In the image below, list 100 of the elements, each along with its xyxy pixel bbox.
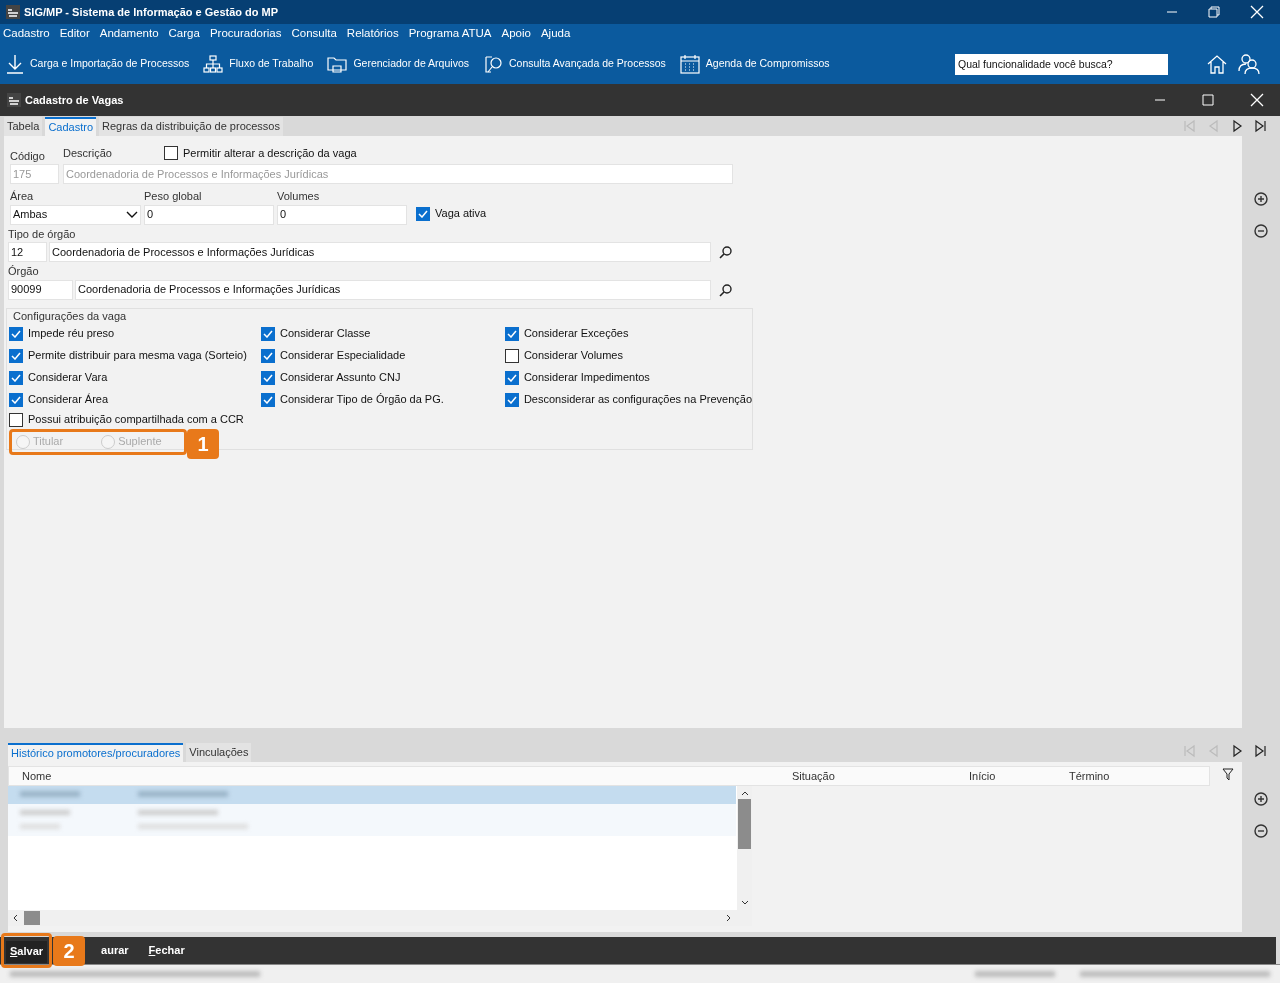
users-icon[interactable] (1238, 53, 1260, 75)
menu-item[interactable]: Relatórios (346, 25, 399, 43)
redacted-text (20, 791, 80, 797)
dropdown[interactable]: Ambas (10, 204, 141, 225)
maximize-icon[interactable] (1202, 94, 1214, 106)
checkbox-label: Considerar Classe (279, 326, 371, 342)
tab[interactable]: Vinculações (186, 743, 252, 762)
last-record-icon[interactable] (1254, 119, 1268, 133)
toolbar-button[interactable]: Carga e Importação de Processos (30, 56, 190, 72)
toolbar-button[interactable]: Fluxo de Trabalho (229, 56, 314, 72)
remove-icon[interactable] (1254, 824, 1268, 838)
field-label: Volumes (277, 189, 321, 204)
scroll-thumb[interactable] (738, 799, 751, 849)
menu-item[interactable]: Programa ATUA (408, 25, 492, 43)
input-field[interactable]: 0 (277, 204, 407, 225)
close-icon[interactable] (1250, 93, 1264, 107)
action-button[interactable]: aurar (97, 939, 133, 962)
menu-item[interactable]: Consulta (291, 25, 337, 43)
checkbox[interactable] (260, 348, 275, 363)
menu-item[interactable]: Editor (59, 25, 90, 43)
toolbar-button[interactable]: Gerenciador de Arquivos (353, 56, 469, 72)
callout-badge: 1 (187, 428, 219, 459)
checkbox-label: Considerar Impedimentos (523, 370, 650, 386)
checkbox-label: Considerar Exceções (523, 326, 629, 342)
filter-icon[interactable] (1222, 768, 1234, 782)
radio-label: Titular (33, 434, 64, 450)
menu-item[interactable]: Carga (168, 25, 200, 43)
menu-item[interactable]: Procuradorias (209, 25, 282, 43)
column-header: Término (1069, 768, 1110, 784)
document-search-icon (483, 54, 503, 74)
callout-badge: 2 (53, 935, 86, 966)
add-icon[interactable] (1254, 792, 1268, 806)
scroll-right-icon[interactable] (726, 914, 732, 922)
tab[interactable]: Cadastro (45, 117, 97, 136)
input-field[interactable]: 90099 (8, 279, 73, 300)
chevron-down-icon (126, 210, 138, 219)
menu-item[interactable]: Apoio (501, 25, 531, 43)
checkbox[interactable] (504, 392, 519, 407)
action-button[interactable]: Salvar (6, 940, 48, 963)
toolbar-button[interactable]: Consulta Avançada de Processos (509, 56, 666, 72)
redacted-text (20, 810, 70, 815)
remove-icon[interactable] (1254, 224, 1268, 238)
checkbox[interactable] (504, 326, 519, 341)
tab[interactable]: Tabela (4, 117, 43, 136)
last-record-icon[interactable] (1254, 744, 1268, 758)
checkbox-label: Permitir alterar a descrição da vaga (183, 145, 357, 161)
field-label: Tipo de órgão (8, 226, 77, 242)
checkbox[interactable] (9, 370, 23, 385)
scroll-thumb[interactable] (24, 911, 40, 925)
checkbox[interactable] (416, 206, 430, 221)
app-logo-icon (6, 5, 20, 19)
checkbox[interactable] (260, 392, 275, 407)
checkbox[interactable] (9, 326, 23, 341)
input-field[interactable]: Coordenadoria de Processos e Informações Jurídicas (49, 242, 711, 262)
search-icon[interactable] (719, 245, 733, 259)
field-label: Órgão (8, 264, 40, 279)
field-label: Descrição (63, 145, 113, 161)
input-field[interactable]: 12 (8, 242, 47, 262)
tab[interactable]: Histórico promotores/procuradores (8, 743, 184, 762)
field-label: Área (10, 189, 35, 204)
checkbox[interactable] (504, 370, 519, 385)
window-title: SIG/MP - Sistema de Informação e Gestão do MP (24, 4, 279, 20)
checkbox[interactable] (260, 370, 275, 385)
column-header: Situação (792, 768, 836, 784)
column-header: Nome (22, 768, 53, 784)
radio-label: Suplente (118, 434, 162, 450)
add-icon[interactable] (1254, 192, 1268, 206)
search-field[interactable]: Qual funcionalidade você busca? (955, 53, 1168, 75)
checkbox-label: Vaga ativa (435, 206, 487, 222)
restore-icon[interactable] (1208, 6, 1220, 18)
scroll-left-icon[interactable] (12, 914, 18, 922)
checkbox-label: Permite distribuir para mesma vaga (Sorteio) (28, 348, 247, 364)
checkbox[interactable] (504, 348, 519, 363)
toolbar-button[interactable]: Agenda de Compromissos (705, 56, 830, 72)
form-logo-icon (7, 93, 21, 107)
search-icon[interactable] (719, 282, 733, 297)
home-icon[interactable] (1206, 53, 1228, 75)
checkbox[interactable] (164, 146, 178, 160)
checkbox-label: Considerar Volumes (523, 348, 623, 364)
checkbox[interactable] (260, 326, 275, 341)
action-button[interactable]: Fechar (144, 939, 189, 962)
checkbox-label: Considerar Tipo de Órgão da PG. (279, 392, 444, 408)
tab[interactable]: Regras da distribuição de processos (99, 117, 283, 136)
checkbox-label: Desconsiderar as configurações na Prevenção (523, 392, 752, 408)
next-record-icon[interactable] (1230, 119, 1244, 133)
checkbox[interactable] (9, 348, 23, 363)
column-header: Início (969, 768, 997, 784)
checkbox-label: Impede réu preso (28, 326, 115, 342)
menu-item[interactable]: Cadastro (3, 25, 50, 43)
scroll-down-icon[interactable] (740, 900, 749, 906)
next-record-icon[interactable] (1230, 744, 1244, 758)
menu-item[interactable]: Ajuda (540, 25, 571, 43)
close-icon[interactable] (1250, 5, 1264, 19)
input-field[interactable]: 0 (144, 204, 274, 225)
menu-item[interactable]: Andamento (99, 25, 159, 43)
checkbox[interactable] (9, 412, 23, 427)
scroll-up-icon[interactable] (740, 790, 749, 796)
checkbox-label: Considerar Área (28, 392, 109, 408)
checkbox[interactable] (9, 392, 23, 407)
input-field[interactable]: Coordenadoria de Processos e Informações Jurídicas (75, 279, 711, 300)
